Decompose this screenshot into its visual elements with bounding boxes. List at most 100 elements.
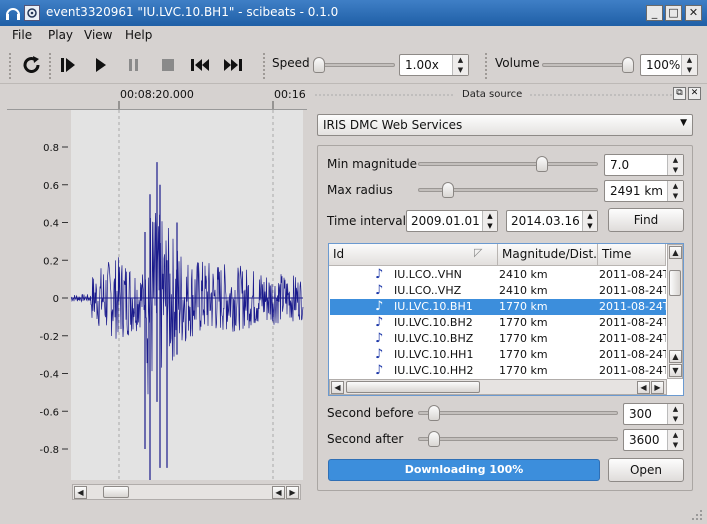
waveform-plot[interactable]: 0.8 0.6 0.4 0.2 0 -0.2 -0.4 -0.6 -0.8 <box>7 110 307 480</box>
station-distance: 1770 km <box>499 332 548 345</box>
table-row[interactable]: ♪ IU.LVC.10.HH2 1770 km 2011-08-24T <box>330 363 666 379</box>
second-before-slider-handle[interactable] <box>428 405 440 421</box>
open-button[interactable]: Open <box>608 458 684 482</box>
time-label: 00:16 <box>274 88 306 101</box>
scroll-right-button[interactable]: ▶ <box>286 486 299 499</box>
table-row[interactable]: ♪ IU.LVC.10.BH2 1770 km 2011-08-24T <box>330 315 666 331</box>
find-button[interactable]: Find <box>608 208 684 232</box>
reload-icon[interactable] <box>20 54 44 76</box>
y-tick-label: -0.6 <box>39 407 59 418</box>
maximize-button[interactable]: □ <box>665 5 682 21</box>
spin-arrows[interactable]: ▲ ▼ <box>667 155 683 175</box>
minimize-button[interactable]: _ <box>646 5 663 21</box>
volume-slider[interactable] <box>542 63 634 67</box>
scroll-thumb[interactable] <box>669 270 681 296</box>
tree-vertical-scrollbar[interactable]: ▲ ▲ ▼ <box>667 244 683 379</box>
spin-arrows[interactable]: ▲ ▼ <box>667 404 683 424</box>
play-from-start-icon[interactable] <box>56 54 80 76</box>
scroll-left-button[interactable]: ◀ <box>272 486 285 499</box>
spin-arrows[interactable]: ▲ ▼ <box>452 55 468 75</box>
close-button[interactable]: ✕ <box>685 5 702 21</box>
spin-arrows[interactable]: ▲ ▼ <box>681 55 697 75</box>
station-id: IU.LVC.10.HH1 <box>394 348 474 361</box>
menu-play[interactable]: Play <box>48 28 73 42</box>
menu-file[interactable]: File <box>12 28 32 42</box>
speed-slider[interactable] <box>313 63 395 67</box>
menu-help[interactable]: Help <box>125 28 152 42</box>
toolbar: Speed 1.00x ▲ ▼ Volume 100% ▲ ▼ <box>0 46 707 84</box>
toolbar-grip[interactable] <box>262 52 267 80</box>
table-row[interactable]: ♪ IU.LVC.10.BH1 1770 km 2011-08-24T <box>330 299 666 315</box>
date-from-field[interactable]: 2009.01.01 ▲ ▼ <box>406 210 498 232</box>
min-magnitude-slider-handle[interactable] <box>535 156 548 172</box>
station-distance: 2410 km <box>499 268 548 281</box>
table-row[interactable]: ♪ IU.LVC.10.BHZ 1770 km 2011-08-24T <box>330 331 666 347</box>
scroll-up-button[interactable]: ▲ <box>669 246 682 259</box>
y-tick-label: 0.4 <box>43 219 59 230</box>
spin-arrows[interactable]: ▲ ▼ <box>582 211 597 231</box>
scroll-right-button[interactable]: ▶ <box>651 381 664 394</box>
second-after-slider-handle[interactable] <box>428 431 440 447</box>
dock-title: Data source <box>462 89 523 100</box>
dock-float-button[interactable]: ⧉ <box>673 87 686 100</box>
download-progress-bar: Downloading 100% <box>328 459 600 481</box>
second-after-slider[interactable] <box>418 437 618 441</box>
max-radius-spinbox[interactable]: 2491 km ▲ ▼ <box>604 180 684 202</box>
pause-icon[interactable] <box>122 54 146 76</box>
date-to-field[interactable]: 2014.03.16 ▲ ▼ <box>506 210 598 232</box>
music-note-icon: ♪ <box>375 347 384 362</box>
menu-view[interactable]: View <box>84 28 112 42</box>
station-distance: 2410 km <box>499 284 548 297</box>
min-magnitude-spinbox[interactable]: 7.0 ▲ ▼ <box>604 154 684 176</box>
spin-arrows[interactable]: ▲ ▼ <box>482 211 497 231</box>
spin-arrows[interactable]: ▲ ▼ <box>667 430 683 450</box>
toolbar-grip[interactable] <box>48 52 53 80</box>
second-before-spinbox[interactable]: 300 ▲ ▼ <box>623 403 684 425</box>
chevron-down-icon: ▼ <box>680 118 687 128</box>
provider-combo[interactable]: IRIS DMC Web Services ▼ <box>317 114 693 136</box>
dock-close-button[interactable]: ✕ <box>688 87 701 100</box>
waveform-scrollbar[interactable]: ◀ ◀ ▶ <box>72 484 301 500</box>
second-after-spinbox[interactable]: 3600 ▲ ▼ <box>623 429 684 451</box>
min-magnitude-slider[interactable] <box>418 162 598 166</box>
column-header-label: Magnitude/Dist... <box>502 247 598 261</box>
station-id: IU.LVC.10.HH2 <box>394 364 474 377</box>
waveform-view[interactable]: 0.8 0.6 0.4 0.2 0 -0.2 -0.4 -0.6 -0.8 <box>7 110 307 480</box>
play-icon[interactable] <box>89 54 113 76</box>
skip-forward-icon[interactable] <box>221 54 245 76</box>
scroll-thumb[interactable] <box>103 486 129 498</box>
column-header-distance[interactable]: Magnitude/Dist... <box>498 244 598 266</box>
skip-back-icon[interactable] <box>188 54 212 76</box>
scroll-down-button[interactable]: ▼ <box>669 364 682 377</box>
stop-icon[interactable] <box>156 54 180 76</box>
music-note-icon: ♪ <box>375 267 384 282</box>
table-row[interactable]: ♪ IU.LCO..VHN 2410 km 2011-08-24T <box>330 267 666 283</box>
second-before-slider[interactable] <box>418 411 618 415</box>
music-note-icon: ♪ <box>375 331 384 346</box>
table-row[interactable]: ♪ IU.LVC.10.HH1 1770 km 2011-08-24T <box>330 347 666 363</box>
scroll-left-button[interactable]: ◀ <box>74 486 87 499</box>
station-id: IU.LCO..VHZ <box>394 284 462 297</box>
window-menu-icon[interactable] <box>24 5 40 21</box>
column-header-label: Id <box>333 247 345 261</box>
volume-slider-handle[interactable] <box>622 57 634 73</box>
station-tree[interactable]: Id ◸ Magnitude/Dist... Time ♪ IU.LCO..VHN… <box>328 243 684 396</box>
column-header-time[interactable]: Time <box>598 244 666 266</box>
toolbar-grip[interactable] <box>484 52 489 80</box>
table-row[interactable]: ♪ IU.LCO..VHZ 2410 km 2011-08-24T <box>330 283 666 299</box>
toolbar-grip[interactable] <box>8 52 13 80</box>
tree-horizontal-scrollbar[interactable]: ◀ ◀ ▶ <box>329 379 667 395</box>
speed-spinbox[interactable]: 1.00x ▲ ▼ <box>399 54 469 76</box>
scroll-thumb[interactable] <box>346 381 480 393</box>
scroll-left-button[interactable]: ◀ <box>637 381 650 394</box>
max-radius-slider-handle[interactable] <box>441 182 454 198</box>
spin-arrows[interactable]: ▲ ▼ <box>667 181 683 201</box>
sort-indicator-icon: ◸ <box>474 246 483 259</box>
speed-slider-handle[interactable] <box>313 57 325 73</box>
volume-spinbox[interactable]: 100% ▲ ▼ <box>640 54 698 76</box>
y-tick-label: -0.2 <box>39 332 59 343</box>
column-header-id[interactable]: Id ◸ <box>329 244 498 266</box>
scroll-left-button[interactable]: ◀ <box>331 381 344 394</box>
scroll-up-button[interactable]: ▲ <box>669 350 682 363</box>
resize-grip-icon[interactable] <box>690 508 704 522</box>
